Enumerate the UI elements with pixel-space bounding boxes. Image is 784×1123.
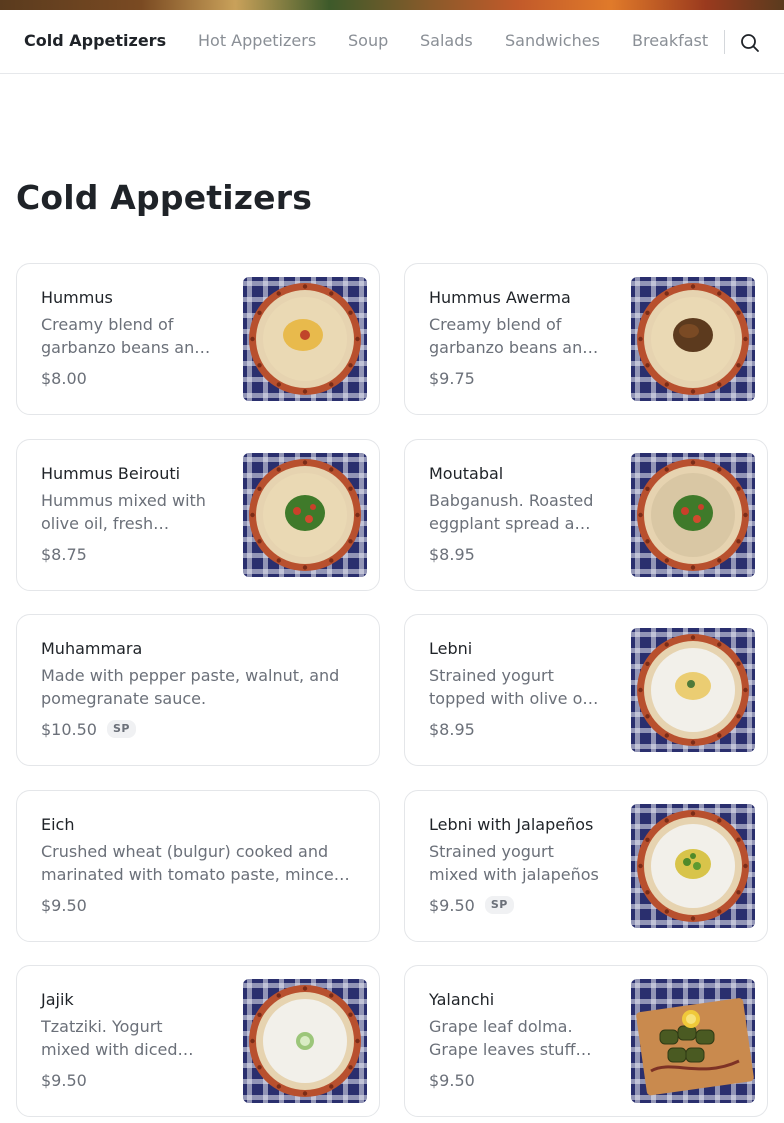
menu-item-image	[243, 277, 367, 401]
section-title: Cold Appetizers	[16, 178, 313, 217]
spicy-badge: SP	[106, 720, 136, 738]
search-button[interactable]	[738, 31, 762, 55]
price-row: $9.50	[41, 894, 87, 916]
menu-item-image	[631, 804, 755, 928]
nav-divider	[724, 30, 725, 54]
tab-soup[interactable]: Soup	[348, 10, 388, 73]
menu-item-name: Hummus	[41, 288, 113, 307]
menu-item-price: $10.50	[41, 719, 97, 739]
menu-item-name: Eich	[41, 815, 75, 834]
menu-item-description: Babganush. Roasted eggplant spread and t…	[429, 491, 595, 533]
menu-item-card-hummus-awerma[interactable]: Hummus Awerma Creamy blend of garbanzo be…	[404, 263, 768, 415]
tab-breakfast[interactable]: Breakfast	[632, 10, 708, 73]
menu-item-name: Yalanchi	[429, 990, 495, 1009]
price-row: $8.95	[429, 543, 475, 565]
price-row: $9.50	[41, 1069, 87, 1091]
menu-item-description: Hummus mixed with olive oil, fresh parsl…	[41, 491, 206, 533]
eggplant-plate-image	[631, 453, 755, 577]
tab-sandwiches[interactable]: Sandwiches	[505, 10, 600, 73]
menu-item-name: Lebni	[429, 639, 473, 658]
tab-cold-appetizers[interactable]: Cold Appetizers	[24, 10, 166, 73]
menu-item-description: Strained yogurt topped with olive oil an…	[429, 666, 592, 708]
menu-item-price: $9.50	[41, 895, 87, 915]
menu-item-card-hummus-beirouti[interactable]: Hummus Beirouti Hummus mixed with olive o…	[16, 439, 380, 591]
price-row: $9.75	[429, 367, 475, 389]
price-row: $9.50	[429, 1069, 475, 1091]
tab-salads[interactable]: Salads	[420, 10, 473, 73]
hummus-plate-image	[243, 277, 367, 401]
menu-item-card-yalanchi[interactable]: Yalanchi Grape leaf dolma. Grape leaves s…	[404, 965, 768, 1117]
menu-item-card-jajik[interactable]: Jajik Tzatziki. Yogurt mixed with diced c…	[16, 965, 380, 1117]
menu-item-image	[631, 277, 755, 401]
yogurt-plate-image	[631, 804, 755, 928]
menu-item-description: Tzatziki. Yogurt mixed with diced cucumb…	[41, 1017, 178, 1059]
menu-item-price: $9.50	[429, 895, 475, 915]
menu-item-description: Made with pepper paste, walnut, and pome…	[41, 666, 340, 708]
menu-item-price: $9.50	[41, 1070, 87, 1090]
category-nav: Cold Appetizers Hot Appetizers Soup Sala…	[0, 10, 784, 74]
menu-item-card-lebni[interactable]: Lebni Strained yogurt topped with olive o…	[404, 614, 768, 766]
menu-item-price: $9.75	[429, 368, 475, 388]
menu-item-description: Grape leaf dolma. Grape leaves stuffed w…	[429, 1017, 596, 1059]
price-row: $8.95	[429, 718, 475, 740]
yogurt-plate-image	[631, 628, 755, 752]
menu-item-price: $8.95	[429, 544, 475, 564]
menu-item-image	[243, 979, 367, 1103]
menu-item-name: Hummus Beirouti	[41, 464, 181, 483]
menu-item-description: Strained yogurt mixed with jalapeños	[429, 842, 599, 884]
menu-item-card-lebni-with-jalapenos[interactable]: Lebni with Jalapeños Strained yogurt mixe…	[404, 790, 768, 942]
menu-item-card-eich[interactable]: Eich Crushed wheat (bulgur) cooked and ma…	[16, 790, 380, 942]
menu-item-name: Jajik	[41, 990, 74, 1009]
price-row: $8.75	[41, 543, 87, 565]
menu-item-description: Creamy blend of garbanzo beans and tahin…	[429, 315, 593, 357]
yogurt-plate-image	[243, 979, 367, 1103]
menu-item-image	[243, 453, 367, 577]
menu-item-price: $9.50	[429, 1070, 475, 1090]
menu-item-card-moutabal[interactable]: Moutabal Babganush. Roasted eggplant spre…	[404, 439, 768, 591]
hummus-plate-image	[631, 277, 755, 401]
price-row: $8.00	[41, 367, 87, 389]
dolma-board-image	[631, 979, 755, 1103]
menu-item-description: Crushed wheat (bulgur) cooked and marina…	[41, 842, 344, 884]
price-row: $9.50 SP	[429, 894, 514, 916]
price-row: $10.50 SP	[41, 718, 136, 740]
tab-hot-appetizers[interactable]: Hot Appetizers	[198, 10, 316, 73]
menu-item-name: Moutabal	[429, 464, 504, 483]
menu-item-name: Lebni with Jalapeños	[429, 815, 594, 834]
menu-item-price: $8.75	[41, 544, 87, 564]
menu-item-image	[631, 453, 755, 577]
search-icon	[741, 34, 759, 52]
menu-item-price: $8.95	[429, 719, 475, 739]
menu-item-card-muhammara[interactable]: Muhammara Made with pepper paste, walnut,…	[16, 614, 380, 766]
hero-image-strip	[0, 0, 784, 10]
menu-item-name: Hummus Awerma	[429, 288, 571, 307]
menu-item-name: Muhammara	[41, 639, 143, 658]
menu-item-image	[631, 628, 755, 752]
menu-item-description: Creamy blend of garbanzo beans and tahin…	[41, 315, 205, 357]
spicy-badge: SP	[484, 896, 514, 914]
menu-item-price: $8.00	[41, 368, 87, 388]
menu-item-card-hummus[interactable]: Hummus Creamy blend of garbanzo beans and…	[16, 263, 380, 415]
menu-item-image	[631, 979, 755, 1103]
hummus-plate-image	[243, 453, 367, 577]
